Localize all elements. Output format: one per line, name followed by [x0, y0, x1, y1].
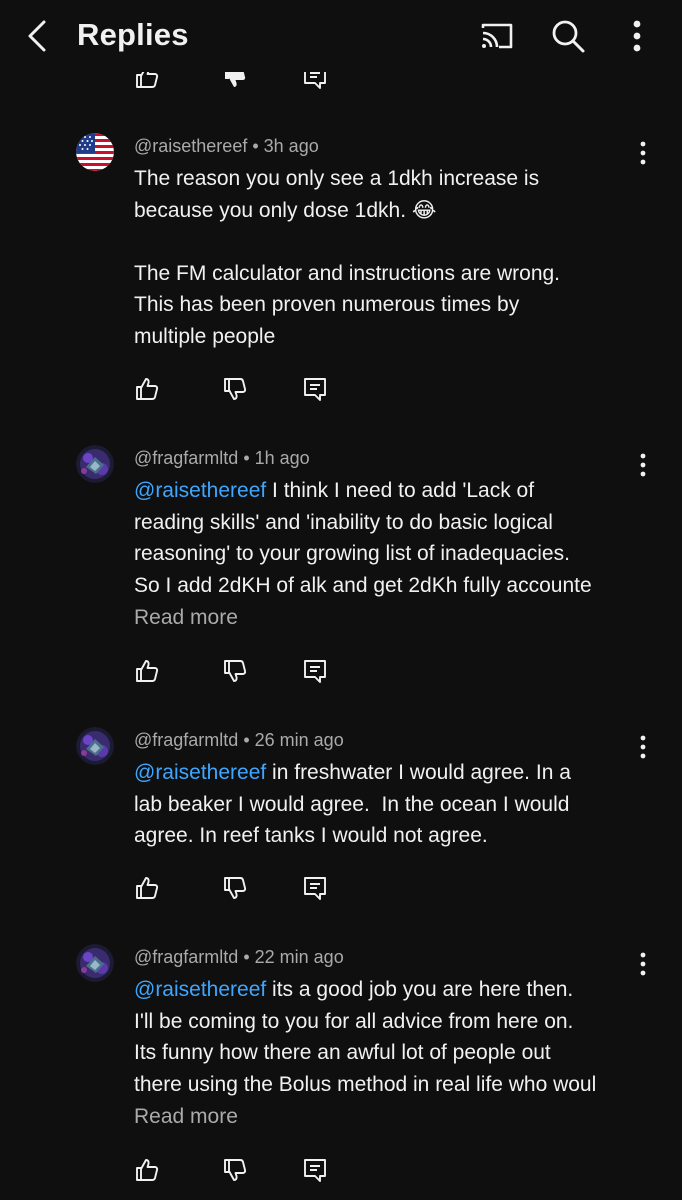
- comment-author[interactable]: @fragfarmltd: [134, 448, 238, 468]
- read-more-link[interactable]: Read more: [134, 1105, 238, 1129]
- comment-mention[interactable]: @raisethereef: [134, 761, 266, 784]
- meta-separator: •: [252, 136, 264, 156]
- read-more-link[interactable]: Read more: [134, 606, 238, 630]
- comment-text: @raisethereef I think I need to add 'Lac…: [134, 475, 644, 603]
- comment-text: The reason you only see a 1dkh increase …: [134, 163, 644, 353]
- meta-separator: •: [243, 947, 255, 967]
- thumbs-up-icon[interactable]: [134, 658, 160, 684]
- cast-icon[interactable]: [477, 16, 517, 56]
- comment-mention[interactable]: @raisethereef: [134, 978, 266, 1001]
- avatar-coral[interactable]: [76, 445, 114, 483]
- thumbs-up-icon[interactable]: [134, 875, 160, 901]
- thumbs-down-icon[interactable]: [222, 376, 248, 402]
- thumbs-down-icon[interactable]: [222, 658, 248, 684]
- comment-meta: @fragfarmltd • 22 min ago: [134, 947, 344, 968]
- comment-mention[interactable]: @raisethereef: [134, 479, 266, 502]
- meta-separator: •: [243, 448, 255, 468]
- reply-icon[interactable]: [302, 376, 328, 402]
- meta-separator: •: [243, 730, 255, 750]
- comment-time: 22 min ago: [254, 947, 344, 967]
- page-title: Replies: [77, 17, 189, 52]
- thumbs-up-icon[interactable]: [134, 376, 160, 402]
- avatar-coral[interactable]: [76, 727, 114, 765]
- comment-text: @raisethereef its a good job you are her…: [134, 974, 644, 1102]
- comment-author[interactable]: @fragfarmltd: [134, 947, 238, 967]
- comment-time: 26 min ago: [254, 730, 344, 750]
- reply-icon[interactable]: [302, 875, 328, 901]
- comment-body: The reason you only see a 1dkh increase …: [134, 167, 561, 348]
- comment-meta: @fragfarmltd • 26 min ago: [134, 730, 344, 751]
- more-options-icon[interactable]: [617, 16, 657, 56]
- reply-icon[interactable]: [302, 1157, 328, 1183]
- avatar-coral[interactable]: [76, 944, 114, 982]
- comment-author[interactable]: @fragfarmltd: [134, 730, 238, 750]
- thumbs-up-icon[interactable]: [134, 1157, 160, 1183]
- reply-icon[interactable]: [302, 658, 328, 684]
- avatar-us-flag[interactable]: [76, 133, 114, 171]
- search-icon[interactable]: [548, 16, 588, 56]
- thumbs-down-icon[interactable]: [222, 875, 248, 901]
- comment-author[interactable]: @raisethereef: [134, 136, 247, 156]
- comment-text: @raisethereef in freshwater I would agre…: [134, 757, 644, 853]
- top-app-bar: Replies: [0, 0, 682, 72]
- comment-time: 3h ago: [263, 136, 319, 156]
- back-chevron-icon[interactable]: [20, 18, 56, 54]
- comment-time: 1h ago: [254, 448, 310, 468]
- comment-meta: @fragfarmltd • 1h ago: [134, 448, 310, 469]
- thumbs-down-icon[interactable]: [222, 1157, 248, 1183]
- comment-meta: @raisethereef • 3h ago: [134, 136, 319, 157]
